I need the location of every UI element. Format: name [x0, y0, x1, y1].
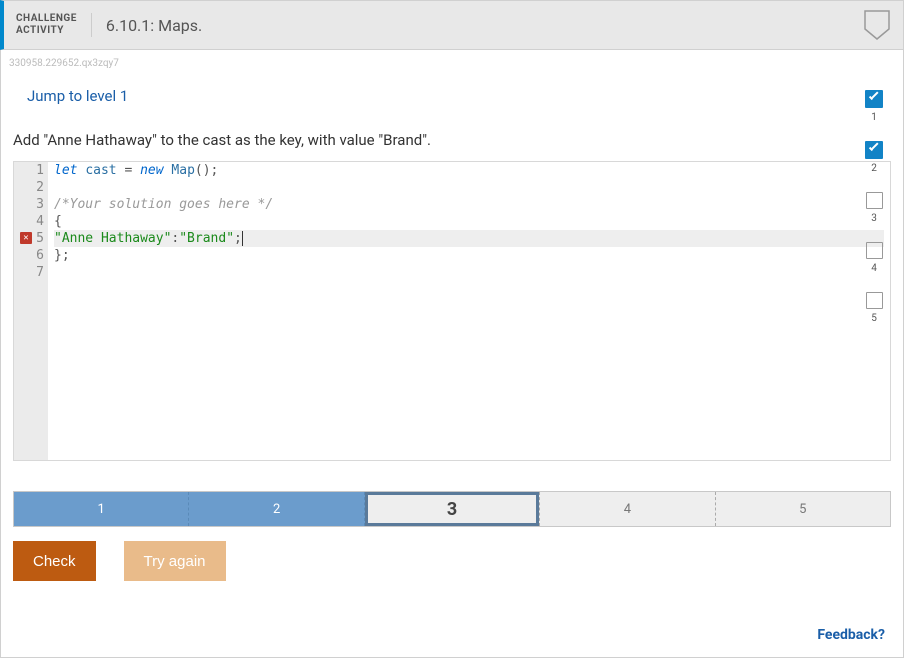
step-progress-sidebar: 1 2 3 4 5 — [859, 90, 889, 342]
line-number: 1 — [18, 162, 44, 179]
code-line[interactable]: "Anne Hathaway":"Brand"; — [54, 230, 884, 247]
challenge-label-line2: ACTIVITY — [16, 25, 77, 37]
empty-step-icon — [866, 242, 883, 259]
check-icon — [865, 141, 883, 159]
code-line[interactable]: { — [54, 213, 884, 230]
check-button[interactable]: Check — [13, 541, 96, 581]
instruction-text: Add "Anne Hathaway" to the cast as the k… — [1, 105, 903, 161]
code-line[interactable] — [54, 264, 884, 281]
step-indicator[interactable]: 4 — [859, 242, 889, 274]
challenge-activity-label: CHALLENGE ACTIVITY — [16, 13, 92, 37]
step-indicator[interactable]: 1 — [859, 90, 889, 123]
shield-icon — [863, 9, 891, 41]
step-number: 4 — [859, 263, 889, 274]
level-segment[interactable]: 2 — [189, 492, 364, 526]
check-icon — [865, 90, 883, 108]
empty-step-icon — [866, 192, 883, 209]
line-number: 4 — [18, 213, 44, 230]
activity-header: CHALLENGE ACTIVITY 6.10.1: Maps. — [0, 0, 904, 50]
code-line[interactable] — [54, 179, 884, 196]
editor-code[interactable]: let cast = new Map(); /*Your solution goe… — [48, 162, 890, 460]
line-number: 5✕ — [18, 230, 44, 247]
code-line[interactable]: /*Your solution goes here */ — [54, 196, 884, 213]
error-icon: ✕ — [20, 232, 32, 244]
line-number: 3 — [18, 196, 44, 213]
level-segment[interactable]: 1 — [14, 492, 189, 526]
step-number: 2 — [859, 163, 889, 174]
feedback-link[interactable]: Feedback? — [817, 627, 885, 643]
editor-gutter: 12345✕67 — [14, 162, 48, 460]
action-buttons: Check Try again — [13, 541, 891, 581]
jump-to-level-link[interactable]: Jump to level 1 — [1, 69, 128, 105]
level-segment[interactable]: 3 — [365, 492, 540, 526]
line-number: 6 — [18, 247, 44, 264]
code-line[interactable]: let cast = new Map(); — [54, 162, 884, 179]
line-number: 7 — [18, 264, 44, 281]
code-editor[interactable]: 12345✕67 let cast = new Map();/*Your sol… — [13, 161, 891, 461]
try-again-button[interactable]: Try again — [124, 541, 226, 581]
step-number: 3 — [859, 213, 889, 224]
code-line[interactable]: }; — [54, 247, 884, 264]
empty-step-icon — [866, 292, 883, 309]
level-segment[interactable]: 4 — [540, 492, 715, 526]
step-number: 5 — [859, 313, 889, 324]
content-area: 330958.229652.qx3zqy7 Jump to level 1 Ad… — [0, 50, 904, 658]
challenge-label-line1: CHALLENGE — [16, 13, 77, 25]
level-segment[interactable]: 5 — [716, 492, 890, 526]
level-progress-bar: 12345 — [13, 491, 891, 527]
step-indicator[interactable]: 3 — [859, 192, 889, 224]
line-number: 2 — [18, 179, 44, 196]
step-indicator[interactable]: 5 — [859, 292, 889, 324]
activity-title: 6.10.1: Maps. — [92, 16, 863, 35]
step-indicator[interactable]: 2 — [859, 141, 889, 174]
activity-hash: 330958.229652.qx3zqy7 — [1, 50, 903, 69]
step-number: 1 — [859, 112, 889, 123]
